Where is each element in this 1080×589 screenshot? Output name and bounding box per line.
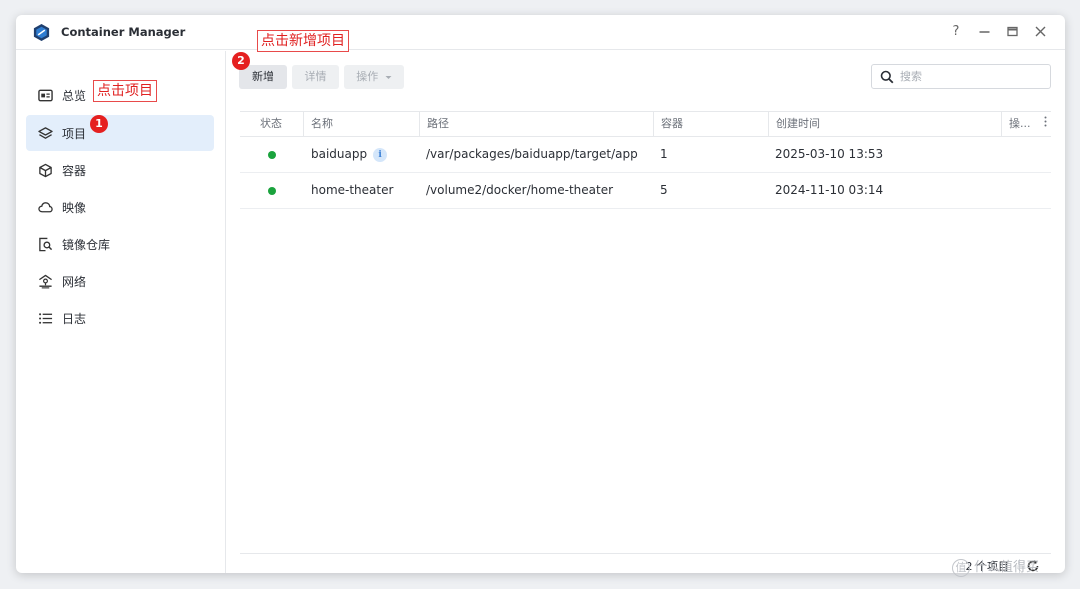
sidebar-item-containers[interactable]: 容器 xyxy=(26,152,214,188)
column-header-name[interactable]: 名称 xyxy=(303,112,333,136)
sidebar: 总览 项目 容器 映像 镜像仓库 网络 日志 xyxy=(16,51,226,573)
container-manager-logo-icon xyxy=(33,23,50,42)
table-footer: 2 个项目 xyxy=(240,553,1051,573)
watermark: 值什么值得买 xyxy=(952,556,1039,577)
maximize-icon xyxy=(1006,26,1018,37)
project-path: /var/packages/baiduapp/target/app xyxy=(426,147,638,161)
watermark-logo-icon: 值 xyxy=(952,558,970,577)
title-bar: Container Manager ? xyxy=(16,15,1065,50)
column-header-created[interactable]: 创建时间 xyxy=(768,112,820,136)
action-dropdown-button[interactable]: 操作 xyxy=(344,65,404,89)
close-icon xyxy=(1035,26,1045,37)
sidebar-item-label: 网络 xyxy=(62,275,87,289)
sidebar-item-registry[interactable]: 镜像仓库 xyxy=(26,226,214,262)
overview-icon xyxy=(38,89,53,102)
search-box[interactable] xyxy=(871,64,1051,89)
sidebar-item-label: 项目 xyxy=(62,127,87,141)
table-row[interactable]: home-theater /volume2/docker/home-theate… xyxy=(240,173,1051,209)
maximize-button[interactable] xyxy=(1004,23,1020,41)
registry-search-icon xyxy=(39,237,53,252)
sidebar-item-label: 映像 xyxy=(62,201,87,215)
details-button[interactable]: 详情 xyxy=(292,65,339,89)
sidebar-item-network[interactable]: 网络 xyxy=(26,263,214,299)
column-header-path[interactable]: 路径 xyxy=(419,112,449,136)
annotation-step1-badge: 1 xyxy=(90,115,108,133)
more-vertical-icon xyxy=(1044,116,1047,127)
status-running-dot xyxy=(268,151,276,159)
table-header: 状态 名称 路径 容器 创建时间 操... xyxy=(240,111,1051,137)
project-created-time: 2024-11-10 03:14 xyxy=(775,183,884,197)
column-header-status[interactable]: 状态 xyxy=(260,112,282,136)
project-container-count: 5 xyxy=(660,183,668,197)
search-icon xyxy=(880,70,894,84)
help-button[interactable]: ? xyxy=(948,23,964,41)
projects-table: 状态 名称 路径 容器 创建时间 操... baiduapp i /var/pac… xyxy=(240,111,1051,209)
annotation-step1-label: 点击项目 xyxy=(93,80,157,102)
main-panel: 新增 详情 操作 状态 名称 路径 容器 创建时间 操... xyxy=(227,51,1065,573)
project-created-time: 2025-03-10 13:53 xyxy=(775,147,884,161)
sidebar-item-label: 镜像仓库 xyxy=(62,238,111,252)
log-list-icon xyxy=(39,313,53,324)
annotation-step2-badge: 2 xyxy=(232,52,250,70)
info-icon[interactable]: i xyxy=(373,147,388,162)
project-path: /volume2/docker/home-theater xyxy=(426,183,614,197)
layers-icon xyxy=(38,127,53,139)
caret-down-icon xyxy=(385,75,392,79)
window-title: Container Manager xyxy=(61,25,186,39)
sidebar-item-images[interactable]: 映像 xyxy=(26,189,214,225)
project-name: home-theater xyxy=(311,183,394,197)
app-window: Container Manager ? 总览 项目 容器 映像 镜像仓库 网络 … xyxy=(16,15,1065,573)
table-row[interactable]: baiduapp i /var/packages/baiduapp/target/… xyxy=(240,137,1051,173)
network-icon xyxy=(39,274,52,289)
search-input[interactable] xyxy=(900,68,1040,85)
minimize-button[interactable] xyxy=(976,23,992,41)
project-name-cell: baiduapp i xyxy=(311,137,388,172)
sidebar-item-label: 总览 xyxy=(62,89,87,103)
new-project-button[interactable]: 新增 xyxy=(239,65,287,89)
sidebar-item-label: 日志 xyxy=(62,312,87,326)
cloud-icon xyxy=(38,202,53,213)
column-header-actions[interactable]: 操... xyxy=(1001,112,1031,136)
sidebar-item-logs[interactable]: 日志 xyxy=(26,300,214,336)
close-button[interactable] xyxy=(1032,23,1048,41)
column-menu-icon[interactable] xyxy=(1040,112,1051,136)
status-running-dot xyxy=(268,187,276,195)
annotation-step2-label: 点击新增项目 xyxy=(257,30,349,52)
cube-icon xyxy=(39,163,52,178)
watermark-text: 什么值得买 xyxy=(974,560,1040,575)
sidebar-item-projects[interactable]: 项目 xyxy=(26,115,214,151)
action-button-label: 操作 xyxy=(356,70,379,83)
sidebar-item-label: 容器 xyxy=(62,164,87,178)
project-container-count: 1 xyxy=(660,147,668,161)
project-name: baiduapp xyxy=(311,147,368,161)
minimize-icon xyxy=(979,31,989,33)
column-header-containers[interactable]: 容器 xyxy=(653,112,683,136)
